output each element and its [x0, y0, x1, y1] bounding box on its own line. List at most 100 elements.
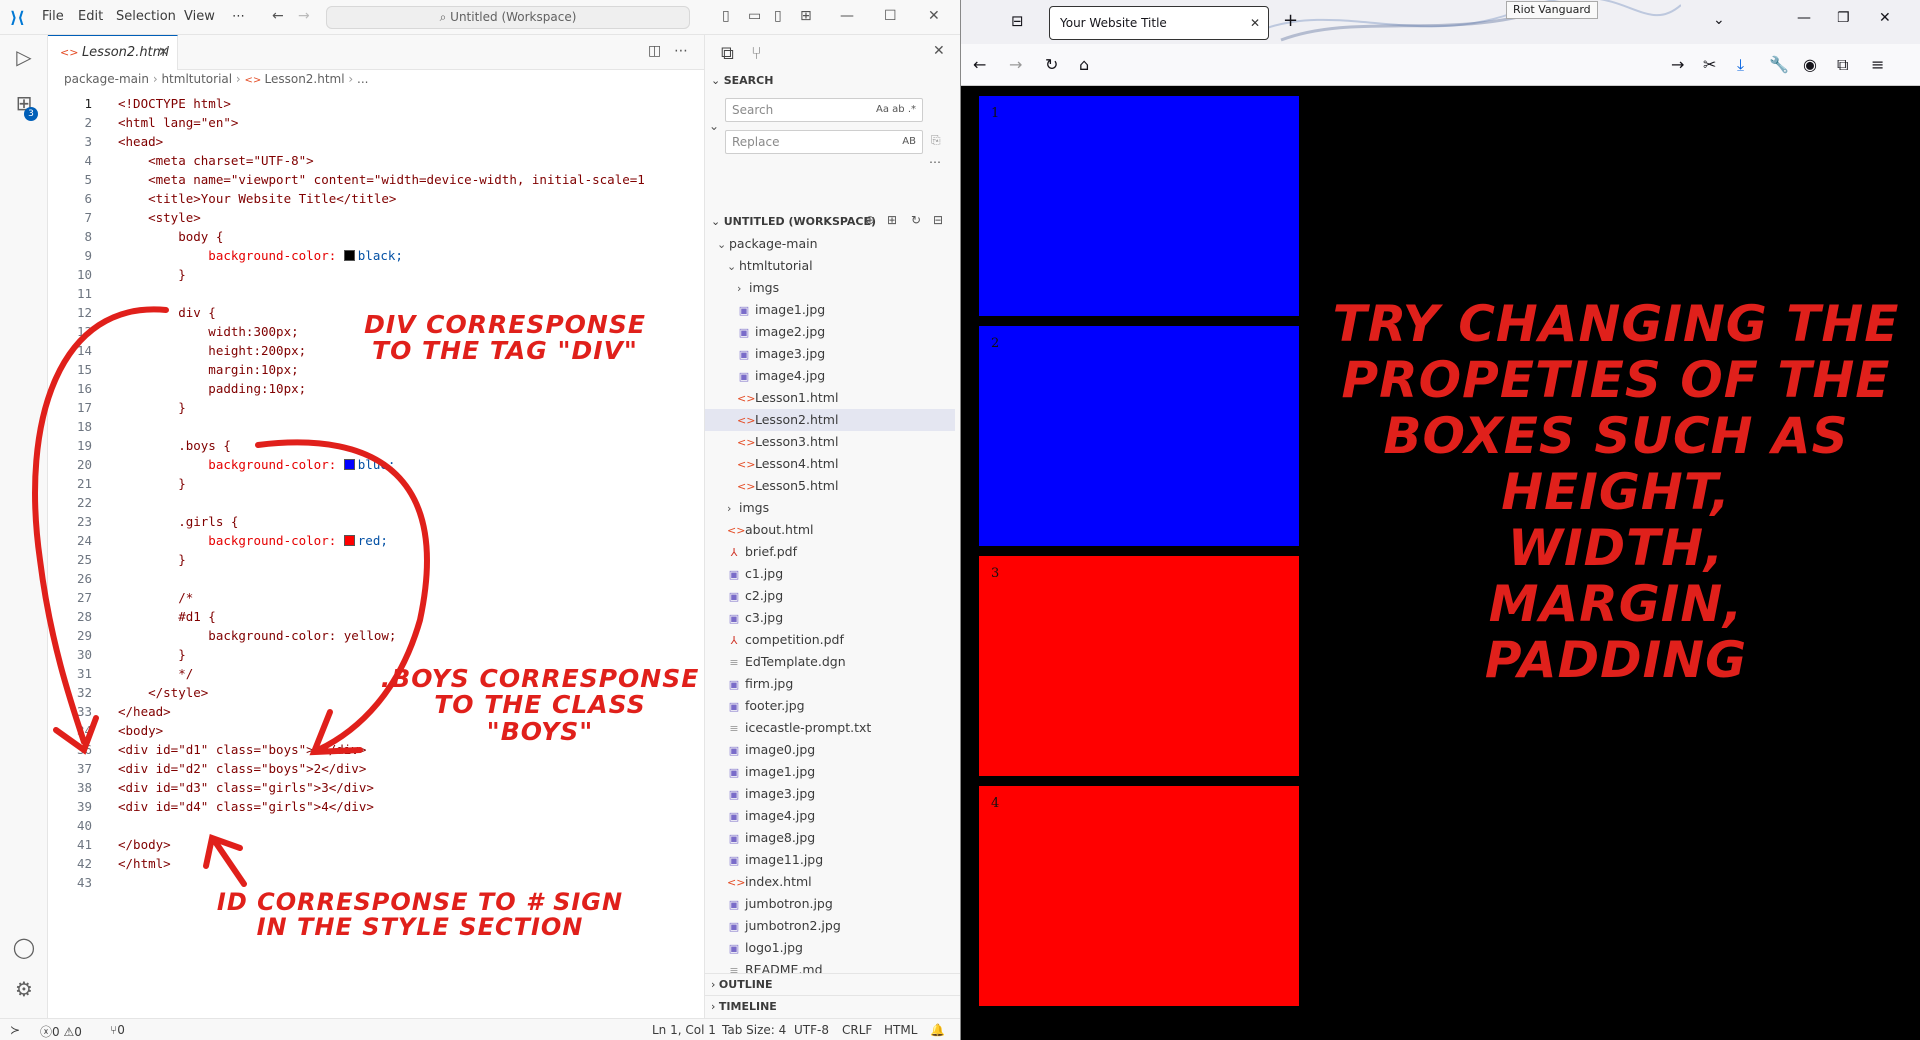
reload-icon[interactable]: ↻	[1045, 55, 1058, 74]
tree-folder[interactable]: ⌄ package-main	[705, 233, 955, 255]
close-window-icon[interactable]: ✕	[928, 8, 940, 24]
tree-file[interactable]: <>index.html	[705, 871, 955, 893]
menu-more[interactable]: ⋯	[232, 9, 245, 24]
explorer-icon[interactable]: ⧉	[721, 43, 734, 64]
search-input[interactable]: Search Aa ab .*	[725, 98, 923, 122]
outline-section[interactable]: › OUTLINE	[705, 973, 961, 995]
forward-arrow-icon[interactable]: →	[298, 8, 310, 24]
code-line[interactable]: <html lang="en">	[118, 115, 238, 130]
toggle-secondary-sidebar-icon[interactable]: ▯	[774, 8, 782, 24]
code-line[interactable]: <div id="d2" class="boys">2</div>	[118, 761, 366, 776]
back-arrow-icon[interactable]: ←	[272, 8, 284, 24]
timeline-section[interactable]: › TIMELINE	[705, 995, 961, 1017]
tree-file[interactable]: ▣ jumbotron2.jpg	[705, 915, 955, 937]
ports-indicator[interactable]: ⑂0	[110, 1023, 125, 1037]
code-line[interactable]: background-color: red;	[118, 533, 388, 548]
home-icon[interactable]: ⌂	[1079, 55, 1089, 74]
browser-close-icon[interactable]: ✕	[1879, 10, 1891, 26]
remote-icon[interactable]: ≻	[10, 1023, 20, 1037]
search-options[interactable]: Aa ab .*	[876, 99, 916, 121]
customize-layout-icon[interactable]: ⊞	[800, 8, 812, 24]
tree-file[interactable]: ▣ image3.jpg	[705, 343, 955, 365]
tree-file[interactable]: ≡ icecastle-prompt.txt	[705, 717, 955, 739]
settings-gear-icon[interactable]: ⚙	[12, 977, 36, 1001]
toggle-replace-chevron-icon[interactable]: ⌄	[709, 119, 719, 133]
close-browser-tab-icon[interactable]: ✕	[1250, 7, 1260, 39]
tree-file[interactable]: ▣ logo1.jpg	[705, 937, 955, 959]
code-line[interactable]: <body>	[118, 723, 163, 738]
replace-all-icon[interactable]: ⎘	[931, 133, 941, 148]
line-ending[interactable]: CRLF	[842, 1023, 872, 1037]
dev-tools-wrench-icon[interactable]: 🔧	[1769, 55, 1789, 74]
tree-file[interactable]: ▣ firm.jpg	[705, 673, 955, 695]
menu-file[interactable]: File	[42, 9, 64, 24]
account-profile-icon[interactable]: ◉	[1803, 55, 1817, 74]
code-line[interactable]: <meta charset="UTF-8">	[118, 153, 314, 168]
tree-file[interactable]: ≡ EdTemplate.dgn	[705, 651, 955, 673]
code-line[interactable]: }	[118, 400, 186, 415]
extensions-puzzle-icon[interactable]: ⧉	[1837, 55, 1848, 75]
tree-file[interactable]: ▣ image0.jpg	[705, 739, 955, 761]
replace-input[interactable]: Replace AB	[725, 130, 923, 154]
color-swatch[interactable]	[343, 459, 355, 470]
tree-file[interactable]: ⅄ brief.pdf	[705, 541, 955, 563]
new-folder-icon[interactable]: ⊞	[887, 213, 897, 227]
tree-file[interactable]: ▣ image4.jpg	[705, 805, 955, 827]
screenshot-icon[interactable]: ✂	[1703, 55, 1716, 74]
tree-file[interactable]: ⅄ competition.pdf	[705, 629, 955, 651]
close-tab-icon[interactable]: ✕	[158, 36, 169, 69]
tree-file[interactable]: <>Lesson1.html	[705, 387, 955, 409]
code-line[interactable]: <meta name="viewport" content="width=dev…	[118, 172, 645, 187]
code-line[interactable]: <div id="d1" class="boys">1</div>	[118, 742, 366, 757]
browser-minimize-icon[interactable]: —	[1797, 10, 1811, 26]
new-file-icon[interactable]: ⊕	[865, 213, 875, 227]
minimize-icon[interactable]: —	[840, 8, 854, 24]
problems-indicator[interactable]: ⓧ0 ⚠0	[40, 1023, 82, 1040]
code-line[interactable]: </style>	[118, 685, 208, 700]
tree-file[interactable]: ▣ image11.jpg	[705, 849, 955, 871]
tree-file[interactable]: <>Lesson2.html	[705, 409, 955, 431]
breadcrumb-item[interactable]: htmltutorial	[161, 72, 232, 86]
code-line[interactable]: background-color: blue;	[118, 457, 395, 472]
tab-overview-icon[interactable]: ⊟	[1011, 12, 1024, 30]
source-control-icon[interactable]: ⑂	[751, 43, 762, 64]
notifications-bell-icon[interactable]: 🔔	[930, 1023, 945, 1037]
encoding[interactable]: UTF-8	[794, 1023, 829, 1037]
tree-file[interactable]: ▣ image4.jpg	[705, 365, 955, 387]
menu-view[interactable]: View	[184, 9, 215, 24]
color-swatch[interactable]	[343, 250, 355, 261]
tree-file[interactable]: <>about.html	[705, 519, 955, 541]
tree-file[interactable]: <>Lesson4.html	[705, 453, 955, 475]
tree-file[interactable]: ▣ c1.jpg	[705, 563, 955, 585]
code-line[interactable]: /*	[118, 590, 193, 605]
tree-file[interactable]: <>Lesson5.html	[705, 475, 955, 497]
code-line[interactable]: </html>	[118, 856, 171, 871]
split-editor-icon[interactable]: ◫	[648, 43, 661, 59]
code-line[interactable]: .boys {	[118, 438, 231, 453]
tree-file[interactable]: ▣ image3.jpg	[705, 783, 955, 805]
code-line[interactable]: padding:10px;	[118, 381, 306, 396]
account-icon[interactable]: ◯	[12, 935, 36, 959]
tab-size[interactable]: Tab Size: 4	[722, 1023, 786, 1037]
tree-file[interactable]: ▣ c2.jpg	[705, 585, 955, 607]
browser-back-icon[interactable]: ←	[973, 55, 986, 74]
code-line[interactable]: </body>	[118, 837, 171, 852]
preserve-case-option[interactable]: AB	[902, 131, 916, 153]
code-line[interactable]: height:200px;	[118, 343, 306, 358]
code-line[interactable]: #d1 {	[118, 609, 216, 624]
breadcrumb-item[interactable]: ...	[357, 72, 368, 86]
tree-folder[interactable]: ⌄ htmltutorial	[705, 255, 955, 277]
code-line[interactable]: <style>	[118, 210, 201, 225]
code-line[interactable]: */	[118, 666, 193, 681]
address-bar[interactable]	[1111, 50, 1711, 80]
tree-file[interactable]: ▣ image8.jpg	[705, 827, 955, 849]
tree-file[interactable]: ▣ c3.jpg	[705, 607, 955, 629]
code-line[interactable]: .girls {	[118, 514, 238, 529]
code-line[interactable]: }	[118, 476, 186, 491]
close-sidebar-icon[interactable]: ✕	[933, 43, 945, 59]
run-debug-icon[interactable]: ▷	[12, 45, 36, 69]
browser-restore-icon[interactable]: ❐	[1837, 10, 1850, 26]
language-mode[interactable]: HTML	[884, 1023, 917, 1037]
go-arrow-icon[interactable]: →	[1671, 55, 1684, 74]
refresh-icon[interactable]: ↻	[911, 213, 921, 227]
